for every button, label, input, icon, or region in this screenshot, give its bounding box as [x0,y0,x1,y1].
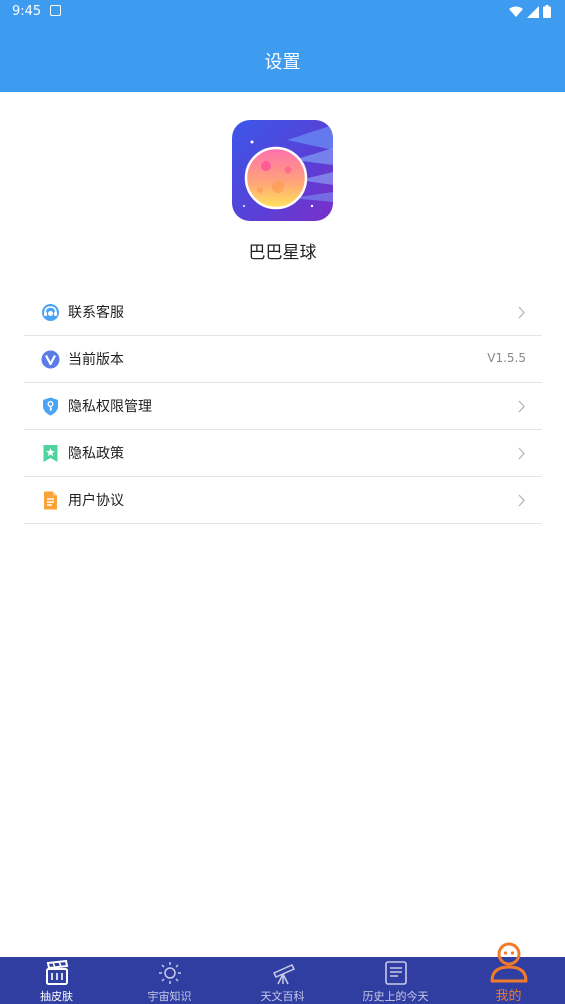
settings-menu: 联系客服 当前版本 V1.5.5 隐私权限管理 隐私政策 用户协议 [24,289,542,524]
menu-item-label: 隐私权限管理 [68,399,152,415]
menu-item-user-agreement[interactable]: 用户协议 [24,477,542,524]
tab-label: 历史上的今天 [362,990,429,1003]
tab-label: 抽皮肤 [40,990,73,1003]
chevron-right-icon [518,306,525,319]
status-time: 9:45 [12,4,42,19]
signal-icon [527,5,539,18]
menu-item-label: 隐私政策 [68,446,124,462]
tab-history-today[interactable]: 历史上的今天 [339,957,452,1004]
planet-logo-icon [232,120,333,221]
chevron-right-icon [518,494,525,507]
menu-item-label: 当前版本 [68,352,124,368]
wifi-icon [509,6,523,17]
menu-item-contact-service[interactable]: 联系客服 [24,289,542,336]
sun-icon [158,962,181,984]
chevron-right-icon [518,447,525,460]
chevron-right-icon [518,400,525,413]
document-icon [44,491,57,510]
battery-icon [543,5,551,18]
version-value: V1.5.5 [487,351,526,365]
page-title: 设置 [264,52,301,73]
user-icon [490,942,527,983]
app-name: 巴巴星球 [248,243,317,263]
customer-service-icon [42,304,59,321]
app-logo [232,120,333,221]
shield-key-icon [43,397,58,416]
status-icons [509,5,551,18]
newspaper-icon [384,961,407,985]
tab-label: 我的 [495,989,522,1004]
tab-label: 天文百科 [260,990,305,1003]
telescope-icon [272,964,295,985]
tab-universe-knowledge[interactable]: 宇宙知识 [113,957,226,1004]
tab-astronomy-encyclopedia[interactable]: 天文百科 [226,957,339,1004]
menu-item-privacy-permissions[interactable]: 隐私权限管理 [24,383,542,430]
bookmark-star-icon [43,445,58,462]
status-bar: 9:45 [0,0,565,24]
app-header: 设置 [0,24,565,92]
menu-item-label: 联系客服 [68,305,124,321]
clapperboard-icon [45,960,68,985]
tab-label: 宇宙知识 [147,990,192,1003]
menu-item-privacy-policy[interactable]: 隐私政策 [24,430,542,477]
bottom-tab-bar: 抽皮肤 宇宙知识 天文百科 历史上的今天 我的 [0,942,565,1004]
menu-item-label: 用户协议 [68,493,124,509]
tab-mine[interactable]: 我的 [452,942,565,1004]
version-icon [41,350,60,369]
menu-item-current-version[interactable]: 当前版本 V1.5.5 [24,336,542,383]
notification-icon [50,5,61,16]
tab-draw-skin[interactable]: 抽皮肤 [0,957,113,1004]
